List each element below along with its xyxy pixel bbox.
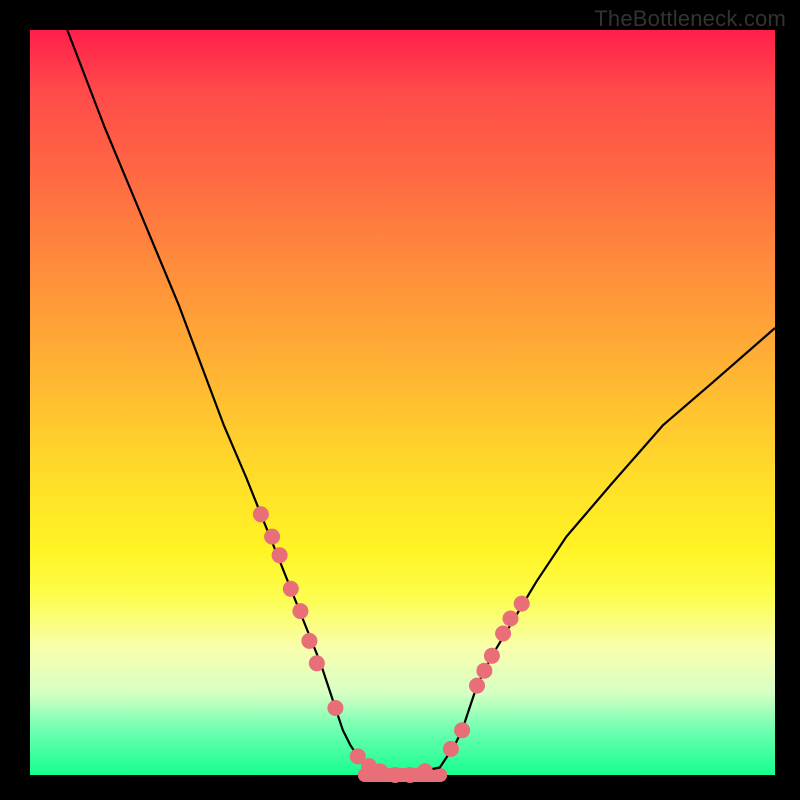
marker-dot — [264, 529, 280, 545]
marker-dot — [372, 763, 388, 779]
markers-layer — [253, 506, 530, 783]
marker-dot — [454, 722, 470, 738]
marker-dot — [283, 581, 299, 597]
marker-dot — [469, 678, 485, 694]
chart-root: TheBottleneck.com — [0, 0, 800, 800]
marker-dot — [443, 741, 459, 757]
marker-dot — [309, 655, 325, 671]
marker-dot — [253, 506, 269, 522]
watermark-label: TheBottleneck.com — [594, 6, 786, 32]
marker-dot — [495, 626, 511, 642]
marker-dot — [476, 663, 492, 679]
marker-dot — [327, 700, 343, 716]
marker-dot — [503, 611, 519, 627]
marker-dot — [272, 547, 288, 563]
marker-dot — [417, 763, 433, 779]
v-curve-path — [67, 30, 775, 775]
chart-overlay — [30, 30, 775, 775]
marker-dot — [292, 603, 308, 619]
marker-dot — [484, 648, 500, 664]
marker-dot — [387, 767, 403, 783]
marker-dot — [402, 767, 418, 783]
marker-dot — [514, 596, 530, 612]
curve-layer — [67, 30, 775, 775]
marker-dot — [301, 633, 317, 649]
